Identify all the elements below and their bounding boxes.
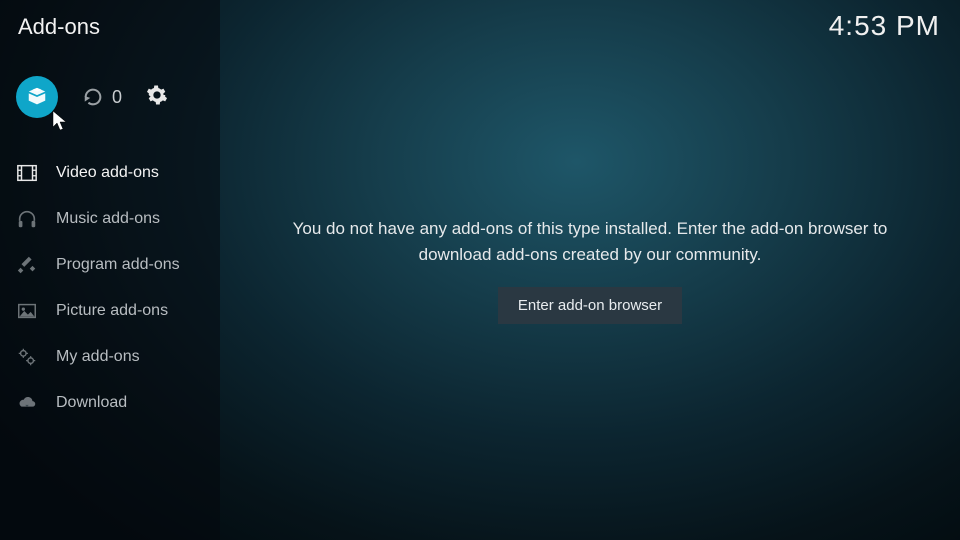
box-open-button[interactable] <box>16 76 58 118</box>
gears-icon <box>16 346 38 368</box>
sidebar-item-my-addons[interactable]: My add-ons <box>0 334 220 380</box>
main-content: You do not have any add-ons of this type… <box>220 0 960 540</box>
cloud-download-icon <box>16 392 38 414</box>
sidebar-item-video-addons[interactable]: Video add-ons <box>0 150 220 196</box>
gear-icon <box>146 84 168 106</box>
sidebar-item-label: Program add-ons <box>56 256 180 274</box>
top-icon-row: 0 <box>16 76 168 118</box>
sidebar-item-music-addons[interactable]: Music add-ons <box>0 196 220 242</box>
sidebar-item-label: My add-ons <box>56 348 140 366</box>
enter-addon-browser-button[interactable]: Enter add-on browser <box>498 287 682 324</box>
sidebar-item-label: Picture add-ons <box>56 302 168 320</box>
film-icon <box>16 162 38 184</box>
picture-icon <box>16 300 38 322</box>
sidebar-item-label: Download <box>56 394 127 412</box>
sidebar-item-download[interactable]: Download <box>0 380 220 426</box>
updates-button[interactable]: 0 <box>82 86 122 108</box>
sidebar-item-label: Music add-ons <box>56 210 160 228</box>
sidebar: Add-ons 0 <box>0 0 220 540</box>
box-open-icon <box>26 86 48 108</box>
refresh-icon <box>82 86 104 108</box>
sidebar-item-label: Video add-ons <box>56 164 159 182</box>
page-title: Add-ons <box>18 14 100 40</box>
sidebar-item-program-addons[interactable]: Program add-ons <box>0 242 220 288</box>
empty-state-message: You do not have any add-ons of this type… <box>280 216 900 267</box>
sidebar-menu: Video add-ons Music add-ons Program add-… <box>0 150 220 426</box>
update-count: 0 <box>112 87 122 108</box>
settings-button[interactable] <box>146 84 168 111</box>
tools-icon <box>16 254 38 276</box>
sidebar-item-picture-addons[interactable]: Picture add-ons <box>0 288 220 334</box>
headphones-icon <box>16 208 38 230</box>
